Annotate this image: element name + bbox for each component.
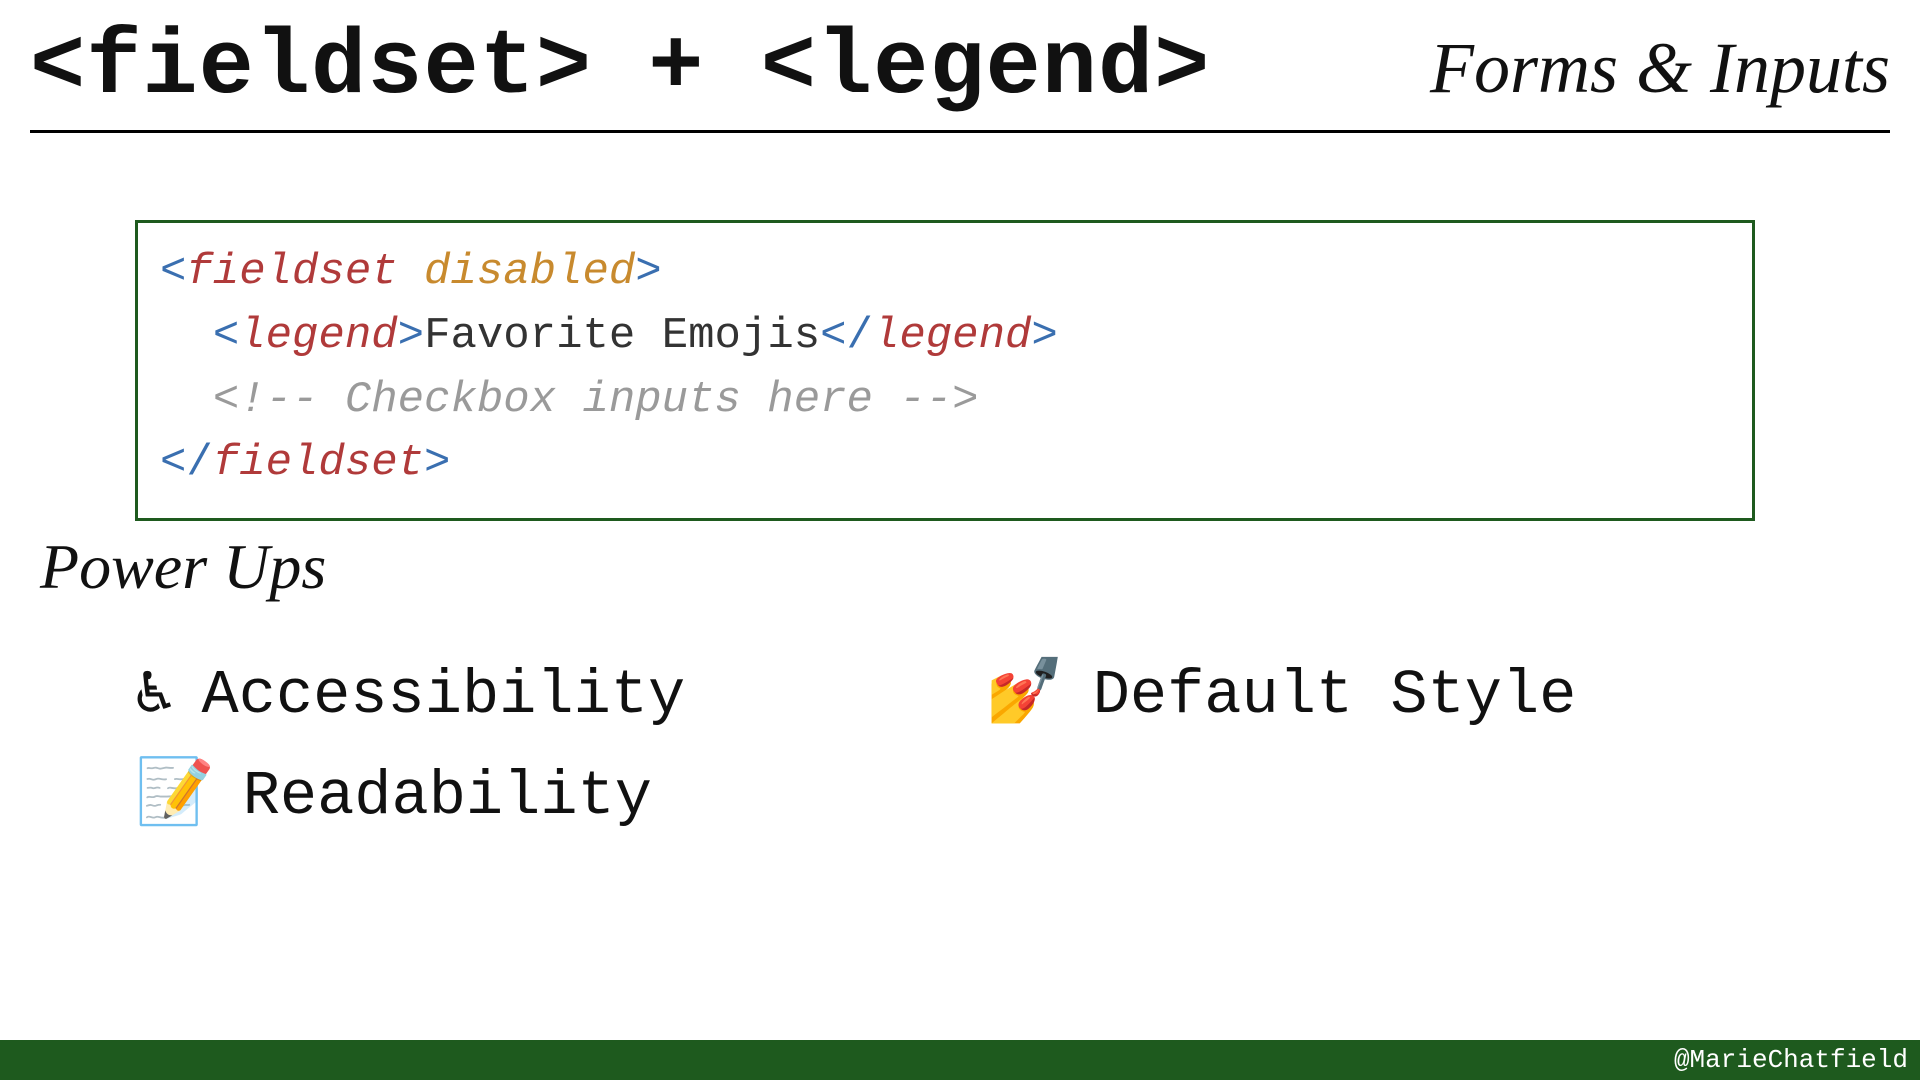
code-bracket: > — [1031, 311, 1057, 361]
slide-title: <fieldset> + <legend> — [30, 15, 1210, 120]
code-bracket: > — [635, 247, 661, 297]
powerup-item: ♿ Accessibility — [135, 660, 945, 731]
slide: <fieldset> + <legend> Forms & Inputs <fi… — [0, 0, 1920, 1080]
powerups-grid: ♿ Accessibility 💅 Default Style 📝 Readab… — [135, 660, 1795, 832]
code-tag: fieldset — [186, 247, 397, 297]
powerup-item: 📝 Readability — [135, 761, 945, 832]
code-bracket: > — [398, 311, 424, 361]
accessibility-icon: ♿ — [135, 664, 174, 728]
powerups-heading: Power Ups — [40, 530, 326, 604]
nail-polish-icon: 💅 — [985, 664, 1065, 728]
code-bracket: > — [424, 438, 450, 488]
powerup-item: 💅 Default Style — [985, 660, 1795, 731]
code-bracket: </ — [820, 311, 873, 361]
header: <fieldset> + <legend> Forms & Inputs — [30, 15, 1890, 133]
code-attr: disabled — [424, 247, 635, 297]
code-indent — [160, 375, 213, 425]
code-sample: <fieldset disabled> <legend>Favorite Emo… — [135, 220, 1755, 521]
powerup-label: Accessibility — [202, 660, 686, 731]
code-bracket: < — [160, 247, 186, 297]
code-tag: legend — [873, 311, 1031, 361]
slide-category: Forms & Inputs — [1430, 27, 1890, 110]
memo-icon: 📝 — [135, 765, 215, 829]
powerup-label: Default Style — [1093, 660, 1577, 731]
author-handle: @MarieChatfield — [1674, 1045, 1908, 1075]
code-tag: legend — [239, 311, 397, 361]
code-space — [398, 247, 424, 297]
code-indent — [160, 311, 213, 361]
code-comment: <!-- Checkbox inputs here --> — [213, 375, 979, 425]
code-bracket: </ — [160, 438, 213, 488]
code-bracket: < — [213, 311, 239, 361]
code-text: Favorite Emojis — [424, 311, 820, 361]
powerup-label: Readability — [243, 761, 652, 832]
footer-bar: @MarieChatfield — [0, 1040, 1920, 1080]
code-tag: fieldset — [213, 438, 424, 488]
